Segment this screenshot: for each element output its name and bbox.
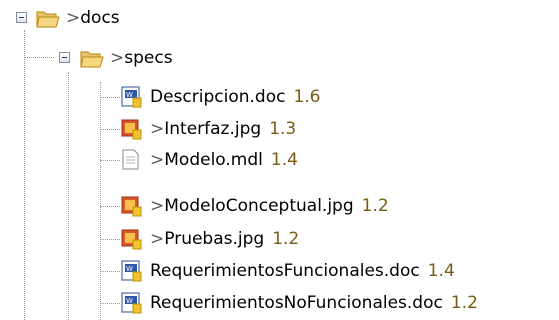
text-file-icon	[120, 149, 144, 171]
folder-name: docs	[80, 8, 120, 28]
decorator-prefix: >	[150, 229, 165, 249]
tree-connector	[68, 72, 69, 320]
file-name: Pruebas.jpg	[164, 229, 265, 249]
image-file-icon	[120, 118, 144, 140]
tree-connector	[24, 57, 54, 58]
word-doc-icon: W	[120, 260, 144, 282]
svg-text:W: W	[126, 91, 133, 99]
tree-node-file[interactable]: W RequerimientosFuncionales.doc 1.4	[120, 258, 455, 284]
svg-text:W: W	[126, 297, 133, 305]
tree-node-file[interactable]: W Descripcion.doc 1.6	[120, 84, 321, 110]
svg-text:W: W	[126, 265, 133, 273]
revision-number: 1.4	[270, 150, 298, 170]
decorator-prefix: >	[66, 8, 81, 28]
tree-connector	[100, 239, 120, 240]
open-folder-icon	[36, 7, 60, 29]
tree-connector	[100, 271, 120, 272]
tree-connector	[100, 129, 120, 130]
tree-connector	[100, 82, 101, 320]
tree-node-specs[interactable]: > specs	[80, 45, 173, 71]
folder-name: specs	[124, 48, 173, 68]
file-name: Interfaz.jpg	[164, 119, 262, 139]
tree-connector	[100, 206, 120, 207]
word-doc-icon: W	[120, 86, 144, 108]
tree-node-docs[interactable]: > docs	[36, 5, 120, 31]
collapse-toggle-specs[interactable]	[59, 52, 70, 63]
revision-number: 1.2	[272, 229, 300, 249]
file-name: Modelo.mdl	[164, 150, 263, 170]
decorator-prefix: >	[110, 48, 125, 68]
revision-number: 1.2	[450, 293, 478, 313]
decorator-prefix: >	[150, 119, 165, 139]
tree-node-file[interactable]: W RequerimientosNoFuncionales.doc 1.2	[120, 290, 478, 316]
tree-connector	[100, 160, 120, 161]
revision-number: 1.3	[269, 119, 297, 139]
revision-number: 1.6	[293, 87, 321, 107]
tree-connector	[100, 97, 120, 98]
file-name: RequerimientosFuncionales.doc	[150, 261, 420, 281]
revision-number: 1.4	[427, 261, 455, 281]
open-folder-icon	[80, 47, 104, 69]
tree-node-file[interactable]: > Modelo.mdl 1.4	[120, 147, 298, 173]
tree-connector	[100, 303, 120, 304]
decorator-prefix: >	[150, 150, 165, 170]
tree-connector	[24, 30, 25, 320]
file-name: Descripcion.doc	[150, 87, 286, 107]
image-file-icon	[120, 195, 144, 217]
collapse-toggle-docs[interactable]	[16, 12, 27, 23]
word-doc-icon: W	[120, 292, 144, 314]
file-tree: > docs > specs W Descripcion.doc 1.6 > I…	[0, 0, 559, 320]
tree-node-file[interactable]: > Interfaz.jpg 1.3	[120, 116, 296, 142]
tree-node-file[interactable]: > Pruebas.jpg 1.2	[120, 226, 299, 252]
decorator-prefix: >	[150, 196, 165, 216]
file-name: RequerimientosNoFuncionales.doc	[150, 293, 443, 313]
revision-number: 1.2	[361, 196, 389, 216]
file-name: ModeloConceptual.jpg	[164, 196, 354, 216]
image-file-icon	[120, 228, 144, 250]
tree-node-file[interactable]: > ModeloConceptual.jpg 1.2	[120, 193, 389, 219]
